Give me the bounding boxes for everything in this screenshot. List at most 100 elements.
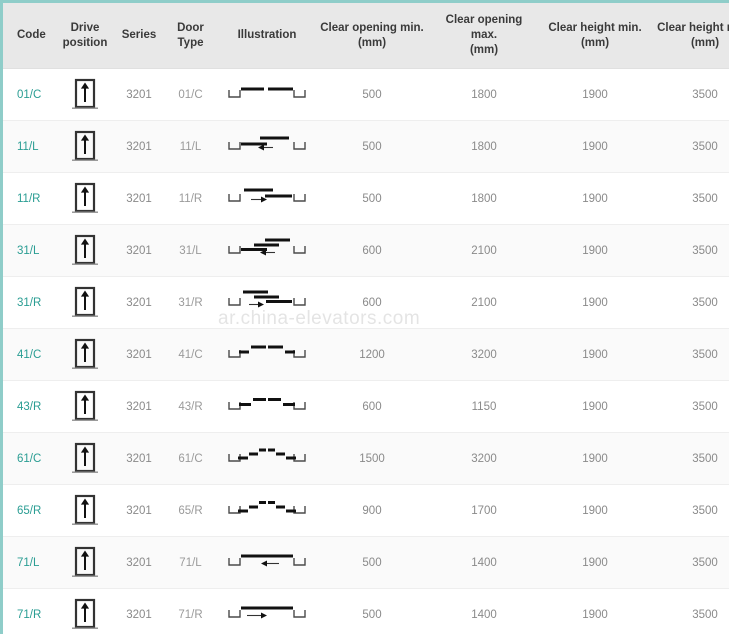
cell-clear-height-min: 1900 [540, 172, 650, 225]
code-link[interactable]: 71/L [17, 557, 39, 569]
cell-clear-height-min: 1900 [540, 224, 650, 277]
cell-code[interactable]: 43/R [3, 380, 55, 433]
side-opening-right-3-panel-icon [227, 290, 307, 309]
column-header-3: Door Type [163, 3, 218, 69]
cell-door-type: 71/R [163, 588, 218, 641]
cell-clear-opening-min: 1200 [316, 328, 428, 381]
cell-clear-height-min: 1900 [540, 588, 650, 641]
cell-code[interactable]: 41/C [3, 328, 55, 381]
cell-illustration [218, 120, 316, 173]
column-header-6: Clear opening max. (mm) [428, 3, 540, 69]
code-link[interactable]: 65/R [17, 505, 41, 517]
cell-clear-opening-min: 500 [316, 120, 428, 173]
table-body: 01/C 3201 01/C 500 1800 1900 3500 11/L 3201 11/L 5… [3, 68, 729, 641]
cell-clear-height-max: 3500 [650, 172, 729, 225]
cell-clear-height-min: 1900 [540, 484, 650, 537]
column-header-label: Drive position [62, 21, 108, 49]
cell-clear-height-max: 3500 [650, 536, 729, 589]
cell-clear-height-max: 3500 [650, 328, 729, 381]
elevator-door-up-arrow-icon [68, 130, 102, 161]
cell-drive-position [55, 536, 115, 589]
cell-drive-position [55, 120, 115, 173]
column-header-1: Drive position [55, 3, 115, 69]
cell-series: 3201 [115, 276, 163, 329]
cell-code[interactable]: 31/L [3, 224, 55, 277]
cell-code[interactable]: 11/R [3, 172, 55, 225]
cell-clear-height-max: 3500 [650, 120, 729, 173]
cell-series: 3201 [115, 484, 163, 537]
cell-clear-opening-min: 500 [316, 536, 428, 589]
cell-code[interactable]: 11/L [3, 120, 55, 173]
cell-clear-opening-min: 600 [316, 380, 428, 433]
cell-drive-position [55, 588, 115, 641]
cell-illustration [218, 380, 316, 433]
table-row: 65/R 3201 65/R 900 1700 1900 3500 [3, 484, 729, 537]
column-header-8: Clear height max. (mm) [650, 3, 729, 69]
cell-door-type: 71/L [163, 536, 218, 589]
table-row: 71/L 3201 71/L 500 1400 1900 3500 [3, 536, 729, 589]
cell-drive-position [55, 224, 115, 277]
cell-drive-position [55, 484, 115, 537]
center-opening-4-panel-right-icon [227, 397, 307, 413]
cell-clear-opening-min: 500 [316, 68, 428, 121]
cell-clear-opening-min: 600 [316, 224, 428, 277]
column-header-label: Clear height min. [548, 21, 642, 34]
column-header-unit: (mm) [580, 36, 610, 49]
cell-clear-opening-min: 1500 [316, 432, 428, 485]
column-header-5: Clear opening min. (mm) [316, 3, 428, 69]
code-link[interactable]: 11/L [17, 141, 39, 153]
cell-clear-opening-max: 2100 [428, 224, 540, 277]
cell-code[interactable]: 01/C [3, 68, 55, 121]
cell-clear-opening-min: 600 [316, 276, 428, 329]
code-link[interactable]: 61/C [17, 453, 41, 465]
cell-illustration [218, 588, 316, 641]
column-header-4: Illustration [218, 3, 316, 69]
cell-clear-height-max: 3500 [650, 588, 729, 641]
elevator-door-up-arrow-icon [68, 442, 102, 473]
cell-code[interactable]: 71/R [3, 588, 55, 641]
elevator-door-up-arrow-icon [68, 182, 102, 213]
cell-code[interactable]: 71/L [3, 536, 55, 589]
code-link[interactable]: 71/R [17, 609, 41, 621]
column-header-unit: (mm) [690, 36, 720, 49]
code-link[interactable]: 41/C [17, 349, 41, 361]
center-opening-2-panel-icon [227, 87, 307, 101]
cell-code[interactable]: 65/R [3, 484, 55, 537]
table-row: 11/L 3201 11/L 500 1800 1900 3500 [3, 120, 729, 173]
center-opening-6-panel-icon [227, 448, 307, 465]
table-row: 11/R 3201 11/R 500 1800 1900 3500 [3, 172, 729, 225]
single-slide-right-icon [227, 606, 307, 621]
code-link[interactable]: 01/C [17, 89, 41, 101]
cell-clear-height-min: 1900 [540, 328, 650, 381]
code-link[interactable]: 43/R [17, 401, 41, 413]
cell-series: 3201 [115, 588, 163, 641]
cell-clear-opening-max: 3200 [428, 432, 540, 485]
cell-clear-height-min: 1900 [540, 432, 650, 485]
cell-code[interactable]: 61/C [3, 432, 55, 485]
side-opening-left-2-panel-icon [227, 136, 307, 153]
column-header-label: Series [121, 29, 157, 41]
cell-clear-height-max: 3500 [650, 432, 729, 485]
code-link[interactable]: 11/R [17, 193, 40, 205]
cell-clear-height-min: 1900 [540, 68, 650, 121]
cell-clear-height-max: 3500 [650, 68, 729, 121]
cell-drive-position [55, 68, 115, 121]
cell-code[interactable]: 31/R [3, 276, 55, 329]
cell-illustration [218, 536, 316, 589]
cell-illustration [218, 432, 316, 485]
elevator-door-up-arrow-icon [68, 598, 102, 629]
table-header: Code Drive position Series Door Type Illustr… [3, 3, 729, 69]
cell-clear-height-max: 3500 [650, 380, 729, 433]
side-opening-right-2-panel-icon [227, 188, 307, 205]
column-header-label: Clear opening max. [445, 14, 523, 41]
single-slide-left-icon [227, 554, 307, 569]
cell-clear-opening-min: 900 [316, 484, 428, 537]
code-link[interactable]: 31/R [17, 297, 41, 309]
code-link[interactable]: 31/L [17, 245, 39, 257]
column-header-label: Clear height max. [657, 21, 729, 34]
cell-door-type: 43/R [163, 380, 218, 433]
column-header-unit: (mm) [357, 36, 387, 49]
cell-series: 3201 [115, 328, 163, 381]
cell-series: 3201 [115, 432, 163, 485]
cell-drive-position [55, 172, 115, 225]
